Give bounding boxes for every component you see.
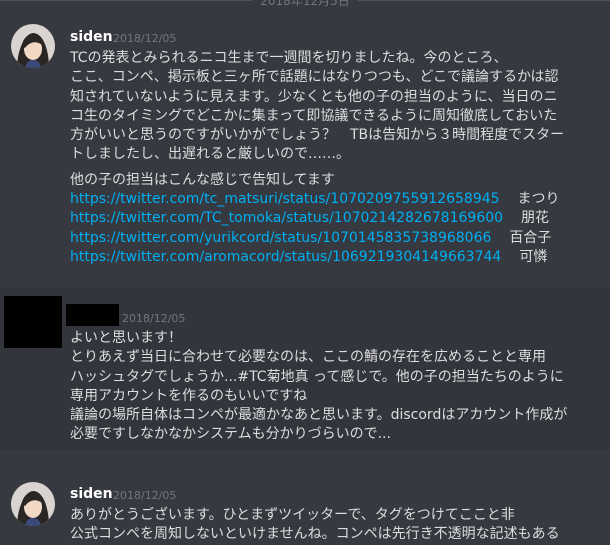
message: siden 2018/12/05 TCの発表とみられるニコ生まで一週間を切りまし… bbox=[0, 14, 610, 269]
message-content: よいと思います！ とりあえず当日に合わせて必要なのは、ここの鯖の存在を広めること… bbox=[70, 329, 608, 445]
message-line: ありがとうございます。ひとまずツイッターで、タグをつけてここと非 bbox=[70, 507, 515, 523]
link-caption: 朋花 bbox=[521, 210, 550, 227]
message-content: TCの発表とみられるニコ生まで一週間を切りましたね。今のところ、 ここ、コンペ、… bbox=[70, 49, 608, 267]
avatar-image bbox=[11, 482, 55, 526]
tweet-link[interactable]: https://twitter.com/yurikcord/status/107… bbox=[70, 230, 491, 246]
message-line: 議論の場所自体はコンペが最適かなあと思います。discordはアカウント作成が bbox=[70, 407, 568, 424]
link-caption: 可憐 bbox=[519, 248, 548, 265]
message-line: トしましたし、出遅れると厳しいので……。 bbox=[70, 146, 350, 163]
date-divider-label: 2018年12月5日 bbox=[260, 0, 350, 8]
tweet-link[interactable]: https://twitter.com/TC_tomoka/status/107… bbox=[70, 210, 503, 226]
divider-line bbox=[0, 0, 253, 1]
tweet-link[interactable]: https://twitter.com/aromacord/status/106… bbox=[70, 249, 501, 265]
message-line: 他の子の担当はこんな感じで告知してます bbox=[70, 171, 335, 188]
link-row: https://twitter.com/yurikcord/status/107… bbox=[70, 229, 608, 248]
avatar[interactable] bbox=[11, 24, 55, 68]
author-name[interactable]: siden bbox=[70, 29, 113, 45]
message-line: TCの発表とみられるニコ生まで一週間を切りましたね。今のところ、 bbox=[70, 50, 508, 66]
divider-line bbox=[357, 0, 610, 1]
message-line: 必要ですしなかなかシステムも分かりづらいので... bbox=[70, 426, 391, 443]
message: siden 2018/12/05 ありがとうございます。ひとまずツイッターで、タ… bbox=[0, 470, 610, 543]
tweet-link[interactable]: https://twitter.com/tc_matsuri/status/10… bbox=[70, 191, 500, 207]
message-line: コ生のタイミングでどこかに集まって即協議できるように周知徹底しておいた bbox=[70, 107, 558, 124]
message-timestamp: 2018/12/05 bbox=[122, 312, 186, 325]
message-line: よいと思います！ bbox=[70, 330, 182, 346]
link-caption: まつり bbox=[517, 191, 560, 208]
message-line: とりあえず当日に合わせて必要なのは、ここの鯖の存在を広めることと専用 bbox=[70, 349, 546, 366]
redacted-author-name bbox=[66, 304, 119, 326]
message-content: ありがとうございます。ひとまずツイッターで、タグをつけてここと非 公式コンペを周… bbox=[70, 506, 608, 545]
message: 2018/12/05 よいと思います！ とりあえず当日に合わせて必要なのは、ここ… bbox=[0, 288, 610, 450]
link-row: https://twitter.com/tc_matsuri/status/10… bbox=[70, 190, 608, 209]
message-line: 専用アカウントを作るのもいいですね bbox=[70, 387, 308, 404]
link-row: https://twitter.com/aromacord/status/106… bbox=[70, 248, 608, 267]
message-line: ハッシュタグでしょうか...#TC菊地真 って感じで。他の子の担当たちのように bbox=[70, 368, 564, 385]
link-caption: 百合子 bbox=[509, 229, 552, 246]
message-line: 公式コンペを周知しないといけませんね。コンペは先行き不透明な記述もある bbox=[70, 526, 560, 543]
message-line: 知されていないように見えます。少なくとも他の子の担当のように、当日のニ bbox=[70, 88, 558, 105]
message-line: 方がいいと思うのですがいかがでしょう？ TBは告知から３時間程度でスター bbox=[70, 127, 565, 144]
message-line: ここ、コンペ、掲示板と三ヶ所で話題にはなりつつも、どこで議論するかは認 bbox=[70, 69, 559, 86]
avatar[interactable] bbox=[11, 482, 55, 526]
redacted-avatar bbox=[4, 296, 62, 348]
avatar-image bbox=[11, 24, 55, 68]
link-row: https://twitter.com/TC_tomoka/status/107… bbox=[70, 209, 608, 228]
date-divider: 2018年12月5日 bbox=[0, 0, 610, 9]
message-timestamp: 2018/12/05 bbox=[113, 32, 177, 45]
author-name[interactable]: siden bbox=[70, 486, 113, 502]
message-timestamp: 2018/12/05 bbox=[113, 489, 177, 502]
